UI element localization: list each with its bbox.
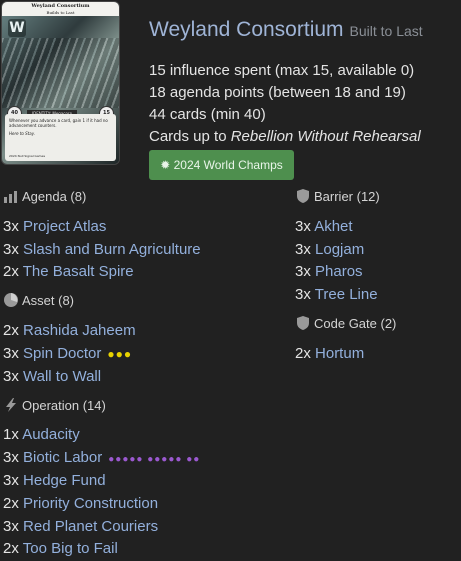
legality-stat: Cards up to Rebellion Without Rehearsal — [149, 128, 421, 145]
influence-pips: ●●●●● ●●●●● ●● — [108, 454, 201, 465]
legality-prefix: Cards up to — [149, 128, 231, 145]
section-asset-title: Asset (8) — [22, 292, 75, 308]
identity-title[interactable]: Weyland Consortium — [149, 18, 344, 41]
identity-card-image[interactable]: Weyland Consortium Builds to Last W 40 1… — [2, 2, 119, 164]
card-link[interactable]: Project Atlas — [23, 218, 106, 235]
card-link[interactable]: Red Planet Couriers — [23, 518, 158, 535]
card-link[interactable]: Spin Doctor — [23, 345, 101, 362]
card-qty: 3x — [295, 263, 311, 280]
card-link[interactable]: Tree Line — [315, 286, 378, 303]
barrier-icon — [297, 189, 309, 203]
card-row-red-planet-couriers: 3x Red Planet Couriers — [3, 518, 158, 535]
weyland-logo-icon: W — [8, 19, 26, 37]
card-row-audacity: 1x Audacity — [3, 426, 80, 443]
card-qty: 2x — [3, 263, 19, 280]
card-row-akhet: 3x Akhet — [295, 218, 353, 235]
card-row-project-atlas: 3x Project Atlas — [3, 218, 106, 235]
card-row-biotic-labor: 3x Biotic Labor ●●●●● ●●●●● ●● — [3, 449, 200, 466]
card-count-stat: 44 cards (min 40) — [149, 106, 266, 123]
section-agenda-title: Agenda (8) — [22, 188, 87, 204]
deck-title-row: Weyland Consortium Built to Last — [149, 18, 423, 42]
card-qty: 3x — [295, 218, 311, 235]
identity-subtitle: Built to Last — [349, 23, 423, 39]
card-link[interactable]: Audacity — [22, 426, 80, 443]
card-row-pharos: 3x Pharos — [295, 263, 363, 280]
card-link[interactable]: Wall to Wall — [23, 368, 101, 385]
card-row-priority-construction: 2x Priority Construction — [3, 495, 158, 512]
section-code-gate-title: Code Gate (2) — [314, 315, 397, 331]
card-text: Whenever you advance a card, gain 1 if i… — [9, 118, 108, 128]
card-qty: 1x — [3, 426, 19, 443]
card-qty: 3x — [3, 368, 19, 385]
card-link[interactable]: Logjam — [315, 241, 364, 258]
card-link[interactable]: Hedge Fund — [23, 472, 106, 489]
card-row-tree-line: 3x Tree Line — [295, 286, 378, 303]
world-champs-badge[interactable]: ✹ 2024 World Champs — [149, 150, 294, 180]
code-gate-icon — [297, 316, 309, 330]
card-subtitle: Builds to Last — [46, 10, 75, 15]
section-operation-title: Operation (14) — [22, 397, 106, 413]
card-qty: 3x — [295, 241, 311, 258]
influence-pips: ●●● — [107, 347, 133, 361]
card-name: Weyland Consortium — [31, 3, 90, 9]
card-qty: 3x — [3, 241, 19, 258]
section-barrier-header: Barrier (12) — [295, 188, 380, 204]
operation-icon — [6, 398, 16, 412]
card-row-basalt-spire: 2x The Basalt Spire — [3, 263, 134, 280]
card-link[interactable]: Priority Construction — [23, 495, 158, 512]
card-row-hedge-fund: 3x Hedge Fund — [3, 472, 106, 489]
card-title-bar: Weyland Consortium Builds to Last — [2, 2, 119, 16]
card-qty: 3x — [3, 472, 19, 489]
section-code-gate-header: Code Gate (2) — [295, 315, 396, 331]
legality-set: Rebellion Without Rehearsal — [230, 128, 421, 145]
card-flavor: Here to Stay. — [9, 131, 36, 136]
card-qty: 3x — [295, 286, 311, 303]
card-art — [2, 38, 119, 108]
card-qty: 3x — [3, 449, 19, 466]
card-text-box: Whenever you advance a card, gain 1 if i… — [5, 114, 116, 161]
section-asset-header: Asset (8) — [3, 292, 74, 308]
card-link[interactable]: Biotic Labor — [23, 449, 102, 466]
card-row-spin-doctor: 3x Spin Doctor ●●● — [3, 345, 132, 362]
card-row-rashida-jaheem: 2x Rashida Jaheem — [3, 322, 136, 339]
agenda-points-stat: 18 agenda points (between 18 and 19) — [149, 84, 406, 101]
card-row-hortum: 2x Hortum — [295, 345, 364, 362]
card-link[interactable]: Hortum — [315, 345, 364, 362]
card-qty: 3x — [3, 345, 19, 362]
card-link[interactable]: Pharos — [315, 263, 363, 280]
card-row-slash-and-burn: 3x Slash and Burn Agriculture — [3, 241, 201, 258]
section-operation-header: Operation (14) — [3, 397, 106, 413]
card-qty: 2x — [3, 540, 19, 557]
badge-star-icon: ✹ — [160, 158, 171, 172]
card-footer: 2024 Null Signal Games — [9, 154, 46, 158]
influence-stat: 15 influence spent (max 15, available 0) — [149, 62, 415, 79]
card-row-too-big-to-fail: 2x Too Big to Fail — [3, 540, 118, 557]
card-link[interactable]: Slash and Burn Agriculture — [23, 241, 201, 258]
card-qty: 2x — [295, 345, 311, 362]
asset-icon — [4, 293, 18, 307]
card-row-logjam: 3x Logjam — [295, 241, 364, 258]
section-agenda-header: Agenda (8) — [3, 188, 86, 204]
card-qty: 3x — [3, 518, 19, 535]
card-qty: 2x — [3, 322, 19, 339]
card-link[interactable]: Too Big to Fail — [23, 540, 118, 557]
badge-label: 2024 World Champs — [173, 158, 283, 172]
card-qty: 2x — [3, 495, 19, 512]
card-row-wall-to-wall: 3x Wall to Wall — [3, 368, 101, 385]
card-link[interactable]: Rashida Jaheem — [23, 322, 136, 339]
card-link[interactable]: The Basalt Spire — [23, 263, 134, 280]
agenda-icon — [4, 191, 17, 203]
card-qty: 3x — [3, 218, 19, 235]
card-link[interactable]: Akhet — [314, 218, 352, 235]
section-barrier-title: Barrier (12) — [314, 188, 380, 204]
